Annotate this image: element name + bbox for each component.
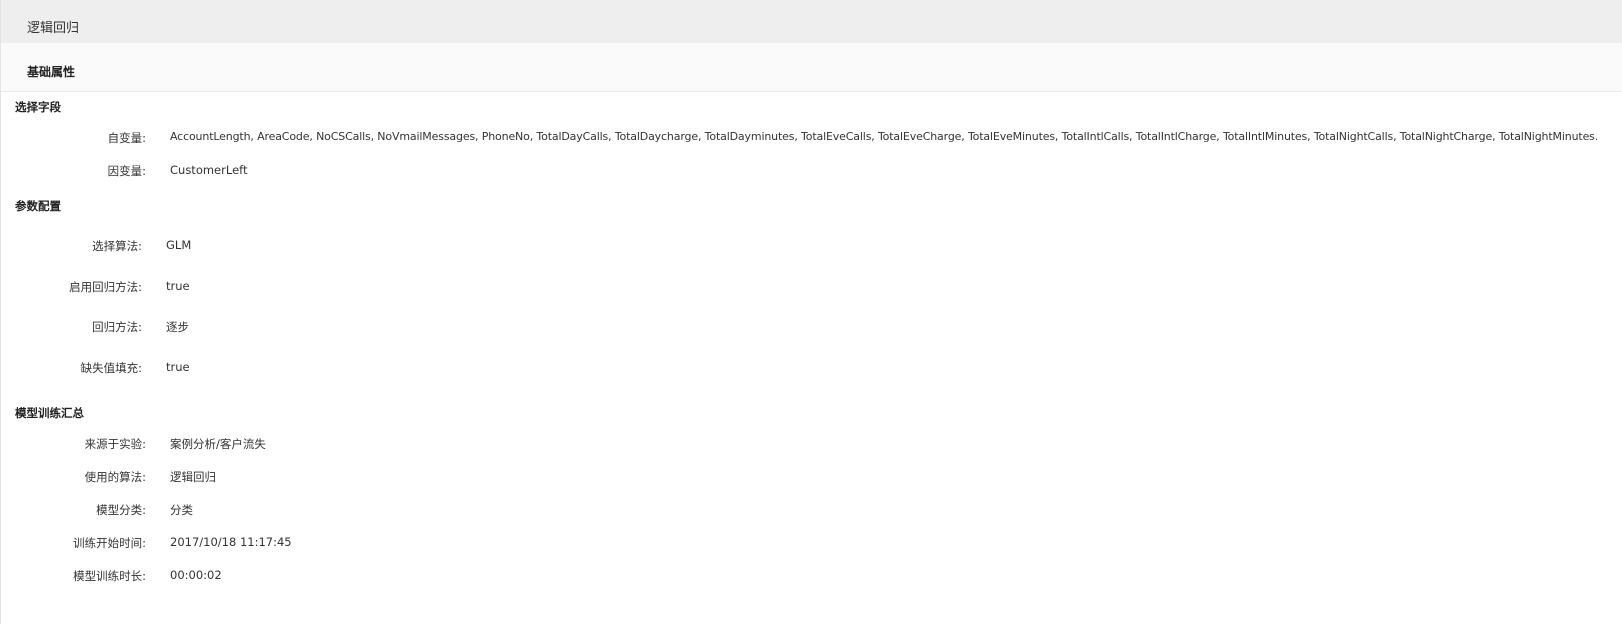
training-duration-label: 模型训练时长: (73, 569, 146, 583)
enable-regression-value: true (166, 279, 190, 293)
training-start-time-value: 2017/10/18 11:17:45 (170, 535, 292, 549)
missing-fill-label: 缺失值填充: (80, 361, 142, 375)
used-algorithm-value: 逻辑回归 (170, 470, 216, 484)
dependent-variable-label: 因变量: (107, 164, 146, 178)
tab-basic-properties[interactable]: 基础属性 (27, 65, 75, 79)
training-duration-value: 00:00:02 (170, 568, 222, 582)
enable-regression-label: 启用回归方法: (69, 280, 142, 294)
panel-title: 逻辑回归 (27, 21, 80, 36)
model-class-label: 模型分类: (96, 503, 146, 517)
regression-method-value: 逐步 (166, 320, 189, 334)
source-experiment-label: 来源于实验: (84, 437, 146, 451)
training-start-time-label: 训练开始时间: (73, 536, 146, 550)
independent-variable-label: 自变量: (107, 131, 146, 145)
missing-fill-value: true (166, 360, 190, 374)
properties-panel: 逻辑回归 基础属性 选择字段 自变量: AccountLength, AreaC… (0, 0, 1622, 624)
source-experiment-value: 案例分析/客户流失 (170, 437, 266, 451)
independent-variable-value: AccountLength, AreaCode, NoCSCalls, NoVm… (170, 130, 1599, 143)
section-title-training-summary: 模型训练汇总 (15, 406, 84, 420)
used-algorithm-label: 使用的算法: (84, 470, 146, 484)
algorithm-value: GLM (166, 238, 192, 252)
tab-bar: 基础属性 (1, 43, 1622, 92)
section-title-field-selection: 选择字段 (15, 100, 61, 114)
dependent-variable-value: CustomerLeft (170, 163, 248, 177)
algorithm-label: 选择算法: (92, 239, 142, 253)
section-title-param-config: 参数配置 (15, 199, 61, 213)
panel-title-bar: 逻辑回归 (1, 0, 1622, 43)
regression-method-label: 回归方法: (92, 320, 142, 334)
model-class-value: 分类 (170, 503, 193, 517)
